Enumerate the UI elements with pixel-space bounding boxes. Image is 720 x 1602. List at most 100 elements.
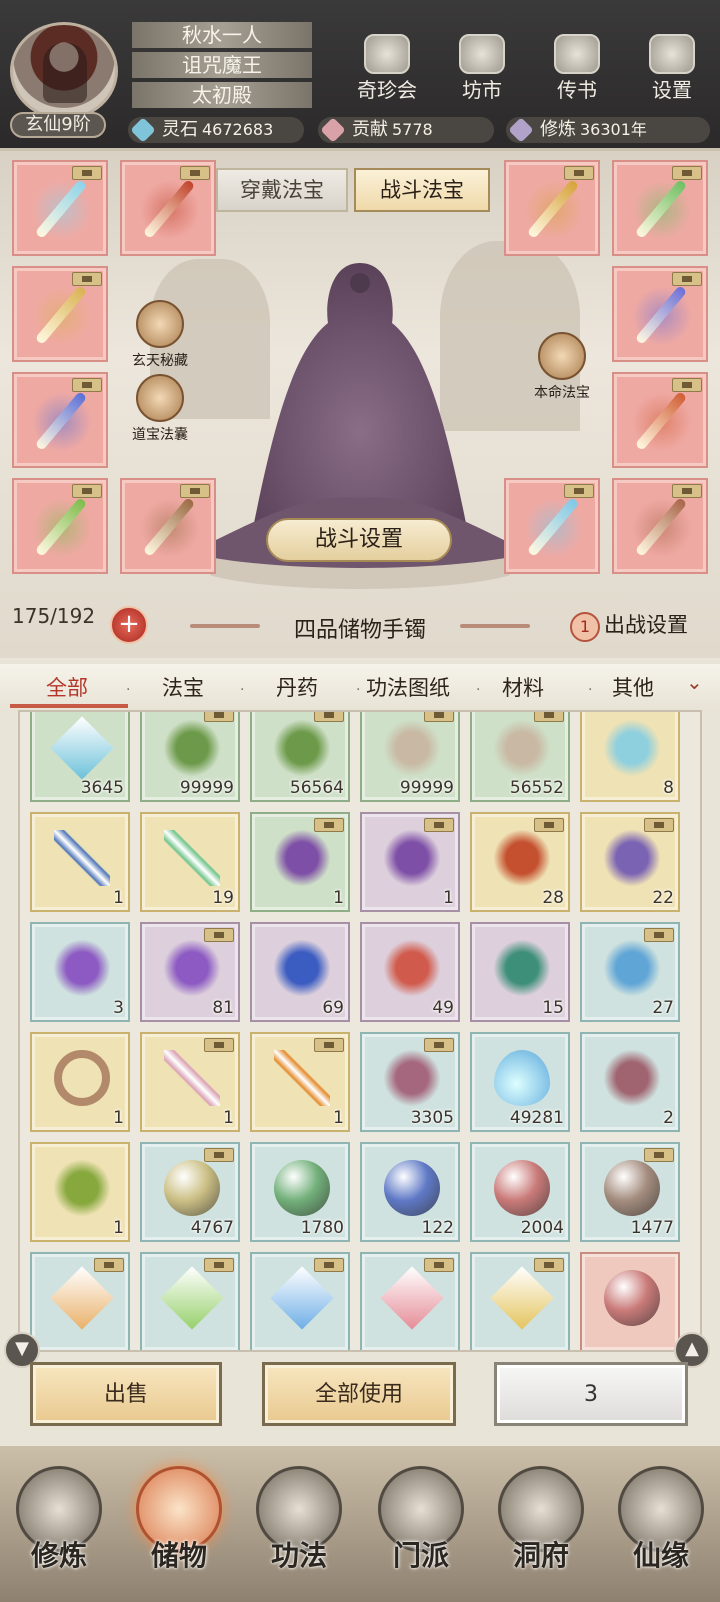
inventory-item[interactable]: 99999 <box>360 712 460 802</box>
natal-treasure-button[interactable]: 本命法宝 <box>522 332 602 402</box>
inventory-item[interactable]: 1 <box>360 812 460 912</box>
inventory-item[interactable]: 69 <box>250 922 350 1022</box>
lock-icon <box>534 1258 564 1272</box>
inventory-item[interactable]: 19 <box>140 812 240 912</box>
herb-leaf-icon <box>164 720 220 776</box>
purple-beans-icon <box>384 830 440 886</box>
green-orb-icon <box>274 1160 330 1216</box>
inventory-item[interactable]: 1 <box>30 1142 130 1242</box>
nav-storage-bag[interactable]: 储物 <box>124 1466 234 1596</box>
tab-treasure[interactable]: 法宝 <box>162 672 204 702</box>
inventory-item[interactable] <box>140 1252 240 1350</box>
inventory-item[interactable]: 1780 <box>250 1142 350 1242</box>
quantity-input[interactable]: 3 <box>494 1362 688 1426</box>
inventory-item[interactable]: 3 <box>30 922 130 1022</box>
scroll-letter-icon <box>554 34 600 74</box>
inventory-item[interactable]: 99999 <box>140 712 240 802</box>
yellow-gem-icon <box>490 1266 554 1330</box>
inventory-item[interactable]: 49281 <box>470 1032 570 1132</box>
inventory-item[interactable] <box>580 1252 680 1350</box>
equip-slot[interactable] <box>120 478 216 574</box>
sell-button[interactable]: 出售 <box>30 1362 222 1426</box>
equip-slot[interactable] <box>612 160 708 256</box>
expand-bag-button[interactable]: + <box>110 606 148 644</box>
nav-meditation[interactable]: 修炼 <box>4 1466 114 1596</box>
inventory-item[interactable]: 1 <box>30 812 130 912</box>
equip-slot[interactable] <box>504 478 600 574</box>
player-avatar[interactable] <box>10 22 118 120</box>
inventory-item[interactable]: 122 <box>360 1142 460 1242</box>
tab-battle-treasure[interactable]: 战斗法宝 <box>354 168 490 212</box>
green-gem-icon <box>160 1266 224 1330</box>
equip-slot[interactable] <box>612 478 708 574</box>
inventory-item[interactable]: 8 <box>580 712 680 802</box>
settings-button[interactable]: 设置 <box>635 34 709 106</box>
inventory-item[interactable]: 2 <box>580 1032 680 1132</box>
inventory-item[interactable]: 1477 <box>580 1142 680 1242</box>
inventory-item[interactable] <box>30 1252 130 1350</box>
tab-other[interactable]: 其他 <box>612 672 654 702</box>
lock-icon <box>204 1258 234 1272</box>
game-screen: { "player": {"name":"秋水一人","title":"诅咒魔王… <box>0 0 720 1602</box>
inventory-item[interactable]: 27 <box>580 922 680 1022</box>
inventory-item[interactable]: 3305 <box>360 1032 460 1132</box>
mystic-vault-button[interactable]: 玄天秘藏 <box>120 300 200 370</box>
market-button[interactable]: 坊市 <box>445 34 519 106</box>
item-count: 3305 <box>410 1108 454 1128</box>
inventory-item[interactable]: 3645 <box>30 712 130 802</box>
inventory-item[interactable]: 56564 <box>250 712 350 802</box>
lock-icon <box>672 378 702 392</box>
deploy-settings-button[interactable]: 1 出战设置 <box>570 608 710 642</box>
pink-gem-icon <box>380 1266 444 1330</box>
use-all-button[interactable]: 全部使用 <box>262 1362 456 1426</box>
inventory-item[interactable]: 1 <box>140 1032 240 1132</box>
dao-pouch-button[interactable]: 道宝法囊 <box>120 374 200 444</box>
nav-cave-mansion[interactable]: 洞府 <box>486 1466 596 1596</box>
nav-immortal-fate[interactable]: 仙缘 <box>606 1466 716 1596</box>
lock-icon <box>564 166 594 180</box>
inventory-item[interactable]: 81 <box>140 922 240 1022</box>
nav-sect-gate[interactable]: 门派 <box>366 1466 476 1596</box>
inventory-item[interactable]: 22 <box>580 812 680 912</box>
battle-settings-button[interactable]: 战斗设置 <box>266 518 452 562</box>
inventory-item[interactable]: 1 <box>250 812 350 912</box>
lock-icon <box>204 712 234 722</box>
lock-icon <box>314 818 344 832</box>
nav-scroll-book[interactable]: 功法 <box>244 1466 354 1596</box>
item-count: 2004 <box>520 1218 564 1238</box>
tab-wear-treasure[interactable]: 穿戴法宝 <box>216 168 348 212</box>
inventory-item[interactable]: 28 <box>470 812 570 912</box>
treasure-pavilion-button[interactable]: 奇珍会 <box>350 34 424 106</box>
inventory-item[interactable]: 49 <box>360 922 460 1022</box>
inventory-item[interactable] <box>470 1252 570 1350</box>
inventory-item[interactable]: 4767 <box>140 1142 240 1242</box>
inventory-item[interactable]: 1 <box>30 1032 130 1132</box>
tab-manuals[interactable]: 功法图纸 <box>366 672 450 702</box>
tab-all[interactable]: 全部 <box>46 672 88 702</box>
equip-slot[interactable] <box>12 266 108 362</box>
inventory-item[interactable]: 2004 <box>470 1142 570 1242</box>
letter-button[interactable]: 传书 <box>540 34 614 106</box>
tab-materials[interactable]: 材料 <box>502 672 544 702</box>
lock-icon <box>424 1038 454 1052</box>
chevron-down-icon[interactable]: ⌄ <box>686 670 703 694</box>
inventory-item[interactable] <box>360 1252 460 1350</box>
inventory-item[interactable] <box>250 1252 350 1350</box>
equip-slot[interactable] <box>612 266 708 362</box>
stone-ore-icon <box>384 720 440 776</box>
nav-label: 洞府 <box>512 1539 569 1572</box>
dao-pouch-label: 道宝法囊 <box>132 427 188 443</box>
blue-scroll-icon <box>604 940 660 996</box>
separator-dot: · <box>588 682 593 698</box>
equip-slot[interactable] <box>12 372 108 468</box>
inventory-item[interactable]: 15 <box>470 922 570 1022</box>
equip-slot[interactable] <box>12 160 108 256</box>
inventory-item[interactable]: 1 <box>250 1032 350 1132</box>
equip-slot[interactable] <box>504 160 600 256</box>
blue-flower-icon <box>274 940 330 996</box>
equip-slot[interactable] <box>612 372 708 468</box>
equip-slot[interactable] <box>12 478 108 574</box>
inventory-item[interactable]: 56552 <box>470 712 570 802</box>
equip-slot[interactable] <box>120 160 216 256</box>
tab-pills[interactable]: 丹药 <box>276 672 318 702</box>
